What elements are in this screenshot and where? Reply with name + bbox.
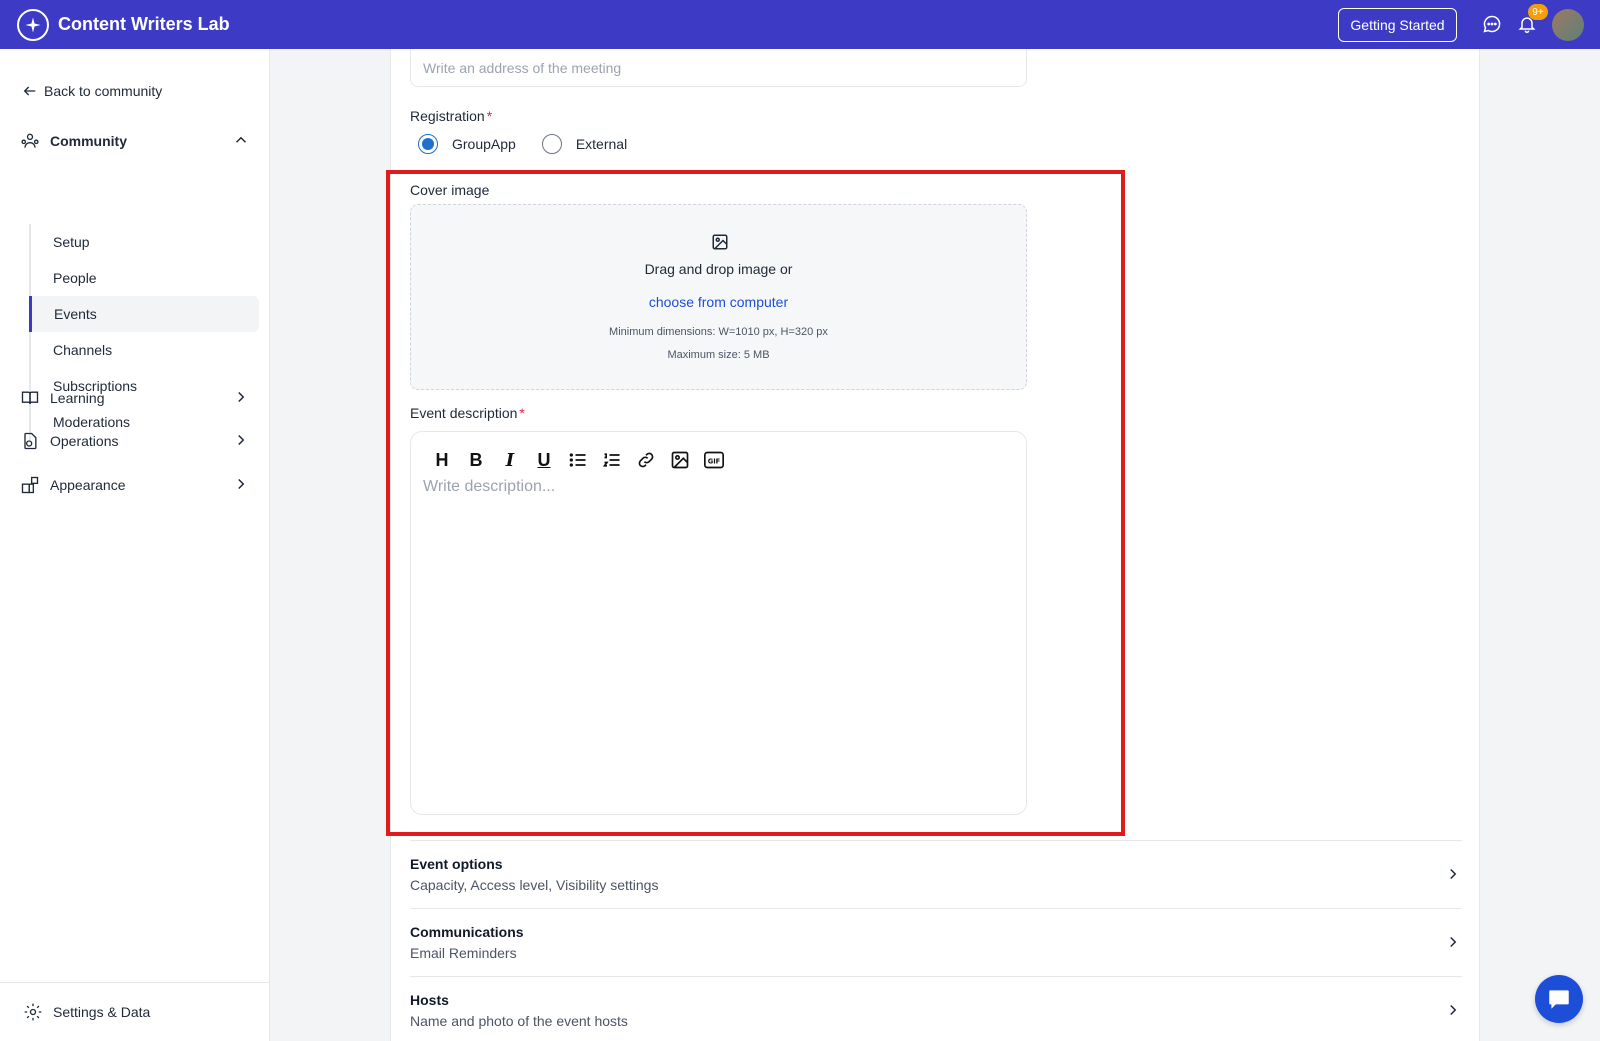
event-description-label: Event description * <box>410 405 525 421</box>
getting-started-button[interactable]: Getting Started <box>1338 8 1457 42</box>
svg-text:GIF: GIF <box>708 457 721 465</box>
communications-row[interactable]: Communications Email Reminders <box>410 908 1462 976</box>
registration-radio-group: GroupApp External <box>418 134 653 154</box>
chevron-right-icon[interactable] <box>232 388 250 406</box>
gear-icon <box>24 1003 42 1021</box>
image-icon <box>712 234 728 250</box>
back-to-community-link[interactable]: Back to community <box>22 83 162 99</box>
sidebar-item-people[interactable]: People <box>29 260 259 296</box>
gif-icon[interactable]: GIF <box>697 448 731 472</box>
brand[interactable]: Content Writers Lab <box>17 8 230 41</box>
groupapp-radio-label[interactable]: GroupApp <box>452 136 516 152</box>
sparkle-logo-icon <box>17 8 49 41</box>
cover-image-dropzone[interactable]: Drag and drop image or choose from compu… <box>410 204 1027 390</box>
option-title: Communications <box>410 924 524 940</box>
insert-image-icon[interactable] <box>663 448 697 472</box>
chevron-right-icon <box>1450 936 1457 948</box>
option-subtitle: Email Reminders <box>410 945 517 961</box>
sidebar-item-setup[interactable]: Setup <box>29 224 259 260</box>
chevron-right-icon[interactable] <box>232 431 250 449</box>
arrow-left-icon <box>23 86 36 96</box>
address-input[interactable]: Write an address of the meeting <box>410 49 1027 87</box>
groupapp-radio[interactable] <box>418 134 438 154</box>
sidebar: Back to community Community Setup People… <box>0 49 270 1041</box>
app-name: Content Writers Lab <box>58 14 230 34</box>
option-title: Hosts <box>410 992 449 1008</box>
cover-image-label: Cover image <box>410 182 490 198</box>
settings-data-link[interactable]: Settings & Data <box>0 982 269 1041</box>
choose-from-computer-link[interactable]: choose from computer <box>411 294 1026 310</box>
message-icon <box>1549 990 1569 1009</box>
operations-icon <box>24 432 37 450</box>
external-radio-label[interactable]: External <box>576 136 627 152</box>
hosts-row[interactable]: Hosts Name and photo of the event hosts <box>410 976 1462 1041</box>
bullet-list-icon[interactable] <box>561 448 595 472</box>
settings-label: Settings & Data <box>53 1004 151 1020</box>
chevron-right-icon <box>1450 1004 1457 1016</box>
link-icon[interactable] <box>629 448 663 472</box>
sidebar-item-appearance[interactable]: Appearance <box>20 475 250 495</box>
dropzone-text: Drag and drop image or <box>644 261 793 277</box>
dropzone-hint-size: Maximum size: 5 MB <box>667 349 770 361</box>
support-chat-button[interactable] <box>1535 975 1583 1023</box>
registration-label: Registration * <box>410 108 493 124</box>
chat-icon[interactable] <box>1480 12 1504 36</box>
top-bar: Content Writers Lab Getting Started 9+ <box>0 0 1600 49</box>
bold-icon[interactable]: B <box>459 448 493 472</box>
sidebar-item-community[interactable]: Community <box>20 131 250 151</box>
appearance-icon <box>21 476 39 494</box>
description-editor[interactable]: H B I U GIF Write description... <box>410 431 1027 815</box>
dropzone-hint-dimensions: Minimum dimensions: W=1010 px, H=320 px <box>609 326 828 338</box>
option-subtitle: Capacity, Access level, Visibility setti… <box>410 877 659 893</box>
event-form-card: Write an address of the meeting Registra… <box>390 49 1480 1041</box>
book-icon <box>21 391 39 404</box>
italic-icon[interactable]: I <box>493 448 527 472</box>
numbered-list-icon[interactable] <box>595 448 629 472</box>
option-title: Event options <box>410 856 503 872</box>
community-icon <box>21 133 39 148</box>
sidebar-item-events[interactable]: Events <box>29 296 259 332</box>
heading-icon[interactable]: H <box>425 448 459 472</box>
sidebar-item-channels[interactable]: Channels <box>29 332 259 368</box>
chevron-right-icon <box>1450 868 1457 880</box>
external-radio[interactable] <box>541 134 562 154</box>
sidebar-item-label: Operations <box>50 433 119 449</box>
back-label: Back to community <box>44 83 163 99</box>
sidebar-item-label: Appearance <box>50 477 126 493</box>
description-placeholder: Write description... <box>423 478 556 495</box>
underline-icon[interactable]: U <box>527 448 561 472</box>
avatar[interactable] <box>1552 9 1584 41</box>
sidebar-item-operations[interactable]: Operations <box>20 431 250 451</box>
event-options-row[interactable]: Event options Capacity, Access level, Vi… <box>410 840 1462 908</box>
editor-toolbar: H B I U GIF <box>425 448 731 472</box>
chevron-up-icon[interactable] <box>232 131 250 149</box>
sidebar-item-label: Community <box>50 133 127 149</box>
option-subtitle: Name and photo of the event hosts <box>410 1013 628 1029</box>
sidebar-item-learning[interactable]: Learning <box>20 388 250 408</box>
notification-badge: 9+ <box>1528 4 1548 20</box>
sidebar-item-label: Learning <box>50 390 105 406</box>
chevron-right-icon[interactable] <box>232 475 250 493</box>
